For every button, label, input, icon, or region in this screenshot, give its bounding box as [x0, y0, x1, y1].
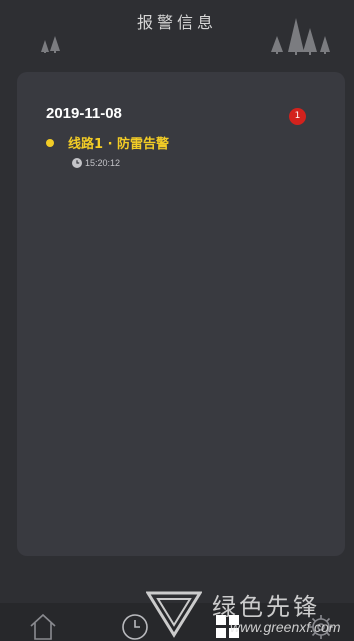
- alarm-card: 2019-11-08 1 线路1 · 防雷告警 15:20:12: [17, 72, 345, 556]
- clock-icon: [72, 158, 82, 168]
- home-icon[interactable]: [28, 611, 58, 641]
- trees-decoration: [41, 18, 330, 55]
- alarm-status-dot: [46, 139, 54, 147]
- alarm-item[interactable]: 线路1 · 防雷告警 15:20:12: [43, 132, 323, 172]
- alarm-title: 线路1 · 防雷告警: [68, 137, 170, 152]
- alarm-date: 2019-11-08: [46, 105, 122, 122]
- alarm-count-badge: 1: [289, 108, 306, 125]
- watermark-text-en: www.greenxf.com: [230, 619, 341, 635]
- watermark-text-cn: 绿色先锋: [212, 593, 320, 621]
- watermark: 绿色先锋 www.greenxf.com: [146, 585, 354, 641]
- screen: 报警信息 2019-11-08 1 线路1 · 防雷告警 15:20:12 绿色…: [0, 0, 354, 641]
- alarm-time: 15:20:12: [85, 158, 121, 168]
- watermark-logo: [146, 591, 202, 638]
